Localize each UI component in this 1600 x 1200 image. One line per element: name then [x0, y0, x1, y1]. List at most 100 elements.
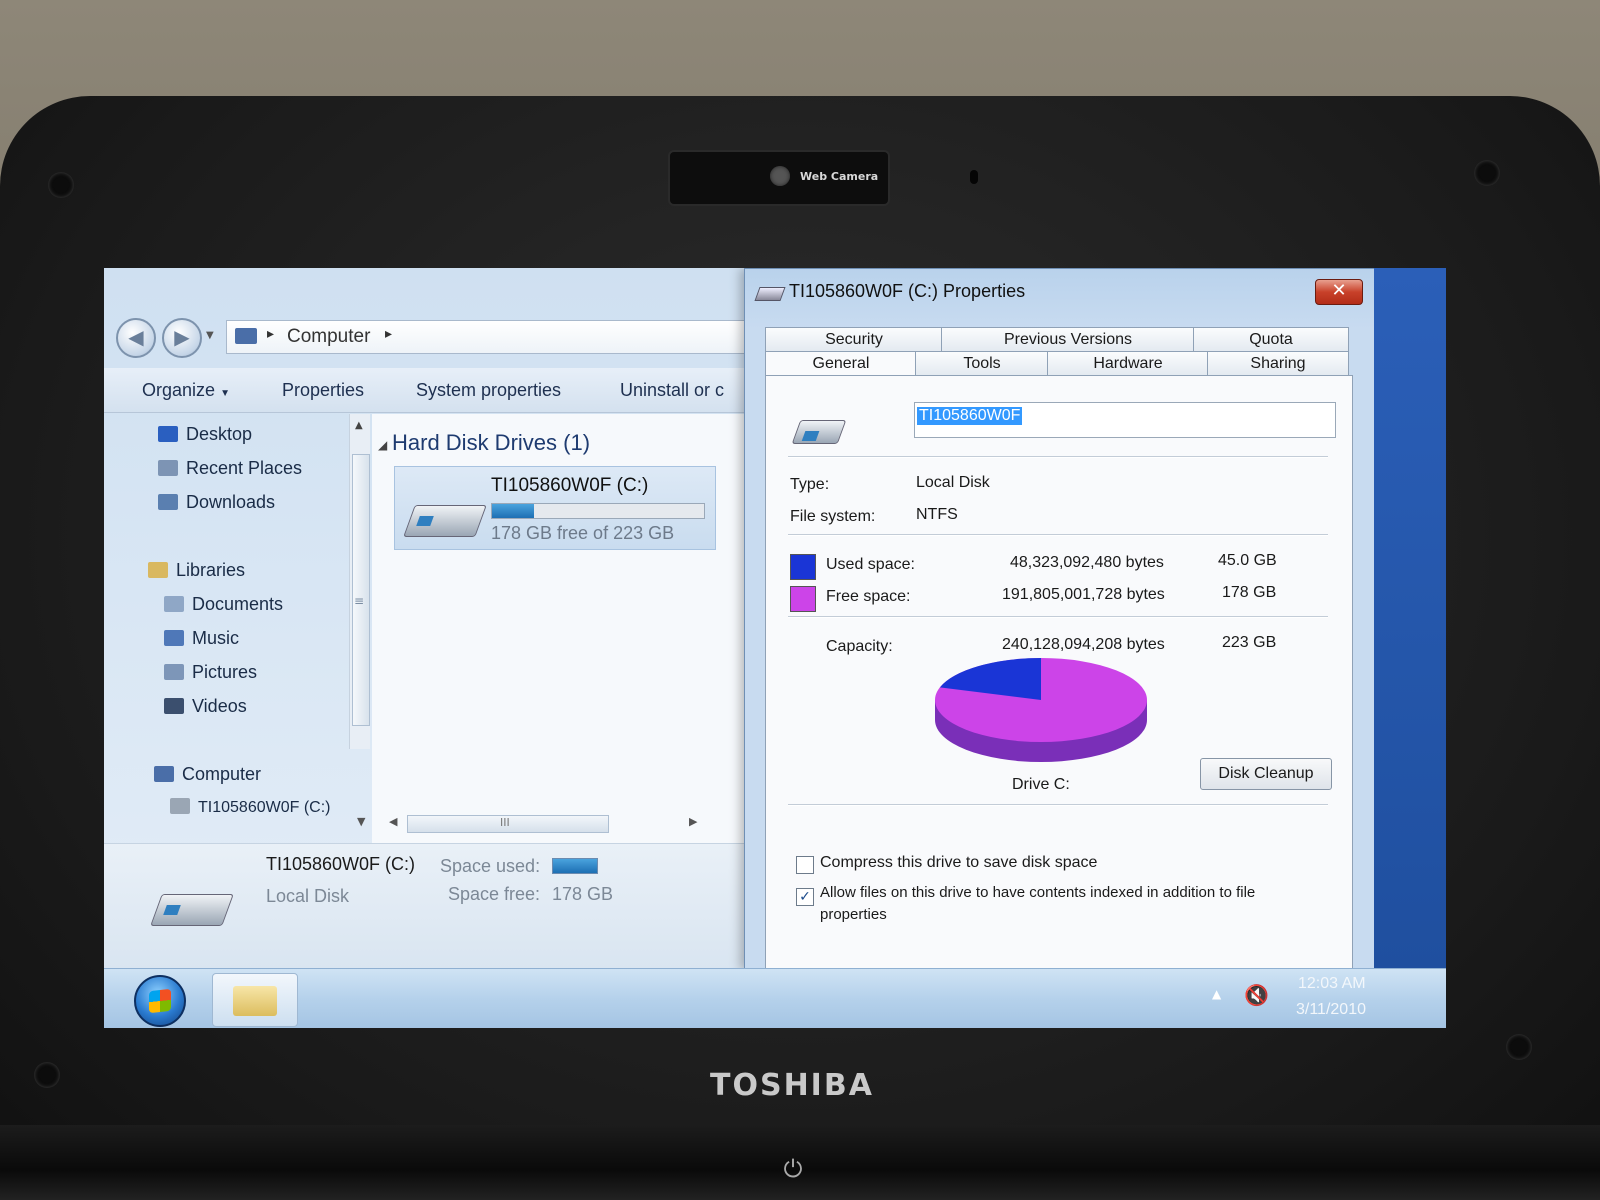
nav-label: Documents — [192, 594, 284, 614]
file-system-value: NTFS — [916, 506, 958, 523]
brand-logo: TOSHIBA — [710, 1068, 874, 1103]
scrollbar-thumb[interactable]: III — [407, 815, 609, 833]
scrollbar-thumb[interactable] — [352, 454, 370, 726]
nav-vertical-scrollbar[interactable]: ▲ ≡ — [349, 414, 370, 749]
index-checkbox[interactable]: ✓ — [796, 888, 814, 906]
volume-muted-icon[interactable]: 🔇 — [1244, 983, 1269, 1007]
command-bar: Organize ▼ Properties System properties … — [104, 368, 754, 413]
divider — [788, 456, 1328, 458]
nav-item-drive-c[interactable]: TI105860W0F (C:) — [170, 798, 330, 817]
taskbar-explorer-button[interactable] — [212, 973, 298, 1027]
show-hidden-icons-icon[interactable]: ▲ — [1212, 987, 1221, 1001]
nav-item-videos[interactable]: Videos — [164, 696, 247, 717]
desktop-icon — [158, 426, 178, 442]
back-button[interactable]: ◀ — [116, 318, 156, 358]
compress-checkbox[interactable] — [796, 856, 814, 874]
power-icon[interactable]: ⏻ — [778, 1155, 808, 1185]
videos-icon — [164, 698, 184, 714]
downloads-icon — [158, 494, 178, 510]
organize-label: Organize — [142, 380, 216, 400]
properties-button[interactable]: Properties — [282, 380, 364, 401]
system-properties-button[interactable]: System properties — [416, 380, 561, 401]
details-pane: TI105860W0F (C:) Local Disk Space used: … — [104, 843, 754, 969]
nav-label: Recent Places — [186, 458, 303, 478]
drive-name: TI105860W0F (C:) — [491, 475, 649, 496]
computer-icon — [154, 766, 174, 782]
nav-label: Libraries — [176, 560, 246, 580]
address-bar[interactable]: ▸ Computer ▸ — [226, 320, 768, 354]
webcam-lens-icon — [770, 166, 790, 186]
uninstall-button[interactable]: Uninstall or c — [620, 380, 724, 401]
used-space-label: Used space: — [826, 556, 915, 573]
disk-usage-pie-chart — [935, 658, 1147, 762]
tab-quota[interactable]: Quota — [1193, 327, 1349, 352]
tab-tools[interactable]: Tools — [915, 351, 1049, 376]
index-label-continued[interactable]: properties — [820, 906, 887, 923]
computer-icon — [235, 328, 257, 344]
divider — [788, 534, 1328, 536]
drive-icon — [754, 287, 786, 301]
free-space-gb: 178 GB — [1222, 584, 1277, 601]
tab-sharing[interactable]: Sharing — [1207, 351, 1349, 376]
drive-name-field[interactable]: TI105860W0F — [914, 402, 1336, 438]
scroll-up-icon[interactable]: ▲ — [355, 420, 363, 431]
forward-button[interactable]: ▶ — [162, 318, 202, 358]
breadcrumb-separator-icon[interactable]: ▸ — [267, 326, 274, 342]
documents-icon — [164, 596, 184, 612]
scroll-left-icon[interactable]: ◀ — [389, 815, 397, 828]
breadcrumb-separator-icon[interactable]: ▸ — [385, 326, 392, 342]
nav-item-downloads[interactable]: Downloads — [158, 492, 275, 513]
used-space-gb: 45.0 GB — [1218, 552, 1277, 569]
free-space-label: Free space: — [826, 588, 911, 605]
drive-usage-fill — [492, 504, 535, 518]
horizontal-scrollbar[interactable]: ▼ ◀ III ▶ — [349, 813, 754, 833]
tab-hardware[interactable]: Hardware — [1047, 351, 1209, 376]
space-free-label: Space free: — [448, 884, 541, 904]
scrollbar-grip: III — [500, 816, 510, 829]
hard-drive-icon — [791, 420, 847, 444]
dialog-title: TI105860W0F (C:) Properties — [789, 281, 1026, 301]
collapse-group-icon[interactable]: ◢ — [378, 438, 387, 452]
index-label[interactable]: Allow files on this drive to have conten… — [820, 884, 1255, 901]
space-free-value: 178 GB — [552, 884, 614, 904]
close-button[interactable]: ✕ — [1315, 279, 1363, 305]
nav-item-libraries[interactable]: Libraries — [148, 560, 245, 581]
divider — [788, 616, 1328, 618]
drive-label: Drive C: — [1012, 776, 1070, 793]
tab-previous-versions[interactable]: Previous Versions — [941, 327, 1195, 352]
type-value: Local Disk — [916, 474, 990, 491]
details-drive-name: TI105860W0F (C:) — [266, 854, 416, 874]
organize-button[interactable]: Organize ▼ — [142, 380, 230, 401]
clock-time[interactable]: 12:03 AM — [1298, 975, 1366, 993]
drive-name-value: TI105860W0F — [917, 407, 1023, 425]
laptop-screen: ◀ ▶ ▼ ▸ Computer ▸ Organize ▼ Properties… — [104, 268, 1446, 1028]
recent-pages-dropdown-icon[interactable]: ▼ — [206, 330, 214, 341]
bezel-screw — [1506, 1034, 1532, 1060]
drive-usage-bar — [491, 503, 705, 519]
drive-c-tile[interactable]: TI105860W0F (C:) 178 GB free of 223 GB — [394, 466, 716, 550]
nav-item-desktop[interactable]: Desktop — [158, 424, 252, 445]
tab-security[interactable]: Security — [765, 327, 943, 352]
group-title[interactable]: Hard Disk Drives (1) — [392, 430, 590, 456]
compress-label[interactable]: Compress this drive to save disk space — [820, 854, 1097, 872]
general-tab-panel: TI105860W0F Type: Local Disk File system… — [765, 375, 1353, 971]
disk-cleanup-button[interactable]: Disk Cleanup — [1200, 758, 1332, 790]
scroll-down-icon[interactable]: ▼ — [357, 815, 365, 828]
nav-item-computer[interactable]: Computer — [154, 764, 261, 785]
recent-places-icon — [158, 460, 178, 476]
capacity-bytes: 240,128,094,208 bytes — [1002, 636, 1165, 653]
nav-item-music[interactable]: Music — [164, 628, 239, 649]
start-button[interactable] — [134, 975, 186, 1027]
scrollbar-grip-icon: ≡ — [354, 594, 365, 608]
scroll-right-icon[interactable]: ▶ — [689, 815, 697, 828]
breadcrumb-computer[interactable]: Computer — [287, 326, 370, 348]
nav-item-documents[interactable]: Documents — [164, 594, 283, 615]
clock-date[interactable]: 3/11/2010 — [1296, 1001, 1366, 1019]
taskbar: ▲ 🔇 12:03 AM 3/11/2010 — [104, 968, 1446, 1028]
windows-logo-icon — [149, 988, 171, 1014]
hard-drive-icon — [403, 505, 487, 537]
nav-label: Downloads — [186, 492, 276, 512]
chevron-down-icon: ▼ — [220, 388, 230, 399]
nav-item-recent-places[interactable]: Recent Places — [158, 458, 302, 479]
nav-item-pictures[interactable]: Pictures — [164, 662, 257, 683]
